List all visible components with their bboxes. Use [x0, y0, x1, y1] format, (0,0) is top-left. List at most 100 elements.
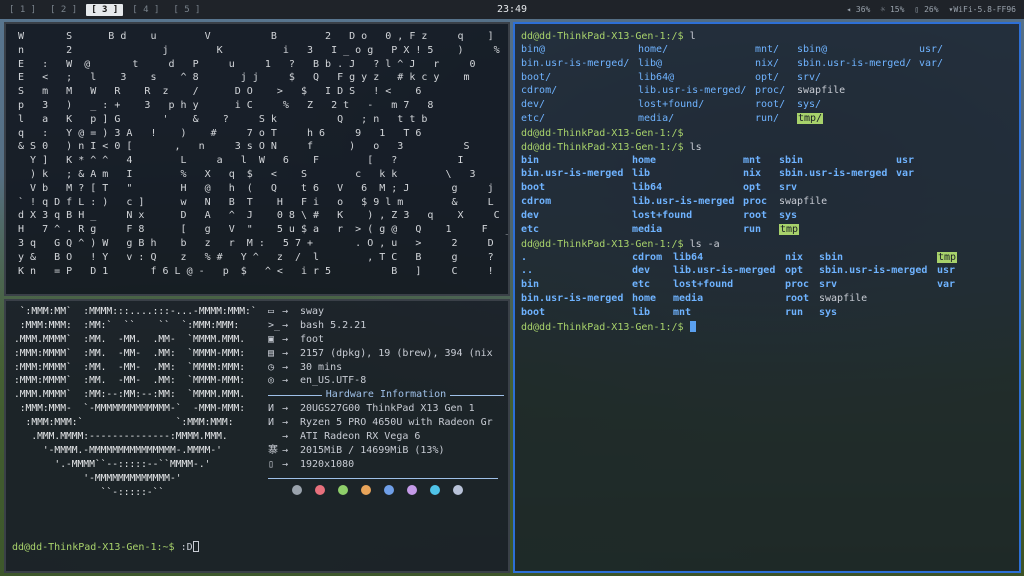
- file-entry[interactable]: usr/: [919, 44, 943, 55]
- workspace-button-3[interactable]: [ 3 ]: [86, 3, 124, 16]
- workspace-button-2[interactable]: [ 2 ]: [45, 4, 82, 16]
- file-entry[interactable]: root: [743, 210, 767, 221]
- terminal-matrix-window[interactable]: W S B d u V B 2 D o 0 , F z q ] V n 2 j K…: [4, 22, 510, 296]
- file-entry[interactable]: etc: [521, 224, 539, 235]
- file-entry[interactable]: media: [673, 293, 703, 304]
- file-entry[interactable]: var/: [919, 58, 943, 69]
- file-entry[interactable]: sbin@: [797, 44, 827, 55]
- file-entry[interactable]: boot: [521, 182, 545, 193]
- file-entry[interactable]: srv: [779, 182, 797, 193]
- file-entry[interactable]: media/: [638, 113, 674, 124]
- file-entry[interactable]: lib.usr-is-merged: [632, 196, 734, 207]
- file-entry[interactable]: proc: [785, 279, 809, 290]
- file-entry[interactable]: dev/: [521, 99, 545, 110]
- logo-line: :MMM:MMMM` :MM. -MM- .MM: `MMMM:MMM:: [14, 361, 246, 373]
- file-entry[interactable]: lib: [632, 168, 650, 179]
- file-entry[interactable]: sys: [779, 210, 797, 221]
- file-entry[interactable]: boot/: [521, 72, 551, 83]
- shell-prompt-line[interactable]: dd@dd-ThinkPad-X13-Gen-1:~$ :D: [12, 541, 199, 553]
- file-entry[interactable]: bin.usr-is-merged/: [521, 58, 629, 69]
- file-entry[interactable]: var: [896, 168, 914, 179]
- volume-indicator[interactable]: ◂ 36%: [846, 5, 870, 14]
- file-entry[interactable]: sys/: [797, 99, 821, 110]
- info-value: Ryzen 5 PRO 4650U with Radeon Gr: [300, 417, 493, 429]
- file-entry[interactable]: bin: [521, 279, 539, 290]
- file-entry[interactable]: home/: [638, 44, 668, 55]
- file-entry[interactable]: opt: [743, 182, 761, 193]
- terminal-fetch-window[interactable]: `:MMM:MM` :MMMM:::....:::-...-MMMM:MMM:`…: [4, 299, 510, 573]
- file-entry[interactable]: lib64: [673, 252, 703, 263]
- file-entry[interactable]: lib64@: [638, 72, 674, 83]
- file-entry[interactable]: swapfile: [819, 293, 867, 304]
- file-entry[interactable]: bin@: [521, 44, 545, 55]
- file-entry[interactable]: mnt: [743, 155, 761, 166]
- file-entry[interactable]: boot: [521, 307, 545, 318]
- brightness-indicator[interactable]: ☼ 15%: [880, 5, 904, 14]
- info-row: → ATI Radeon RX Vega 6: [268, 430, 504, 444]
- file-entry[interactable]: lost+found/: [638, 99, 704, 110]
- wifi-label: WiFi-5.8-FF96: [953, 5, 1016, 14]
- file-entry[interactable]: mnt/: [755, 44, 779, 55]
- file-entry[interactable]: mnt: [673, 307, 691, 318]
- file-entry[interactable]: lost+found: [632, 210, 692, 221]
- file-entry[interactable]: lost+found: [673, 279, 733, 290]
- file-entry[interactable]: bin.usr-is-merged: [521, 293, 623, 304]
- file-entry[interactable]: opt: [785, 265, 803, 276]
- shell-prompt: dd@dd-ThinkPad-X13-Gen-1:/$: [521, 238, 684, 250]
- file-entry[interactable]: etc: [632, 279, 650, 290]
- file-entry[interactable]: lib: [632, 307, 650, 318]
- file-entry[interactable]: cdrom/: [521, 85, 557, 96]
- file-entry[interactable]: sbin.usr-is-merged: [779, 168, 887, 179]
- file-entry[interactable]: usr: [896, 155, 914, 166]
- file-entry[interactable]: run: [743, 224, 761, 235]
- file-entry[interactable]: sbin.usr-is-merged: [819, 265, 927, 276]
- file-entry[interactable]: sbin: [819, 252, 843, 263]
- file-entry[interactable]: proc/: [755, 85, 785, 96]
- file-entry[interactable]: dev: [521, 210, 539, 221]
- file-entry[interactable]: run/: [755, 113, 779, 124]
- file-entry[interactable]: bin.usr-is-merged: [521, 168, 623, 179]
- file-entry[interactable]: sys: [819, 307, 837, 318]
- file-entry[interactable]: tmp/: [797, 113, 824, 125]
- file-entry[interactable]: usr: [937, 265, 955, 276]
- file-entry[interactable]: swapfile: [797, 85, 845, 96]
- file-entry[interactable]: ..: [521, 265, 533, 276]
- file-entry[interactable]: lib.usr-is-merged: [673, 265, 775, 276]
- file-entry[interactable]: dev: [632, 265, 650, 276]
- file-entry[interactable]: etc/: [521, 113, 545, 124]
- wifi-indicator[interactable]: ▾WiFi-5.8-FF96: [949, 5, 1016, 14]
- file-entry[interactable]: home: [632, 293, 656, 304]
- file-entry[interactable]: .: [521, 252, 527, 263]
- file-entry[interactable]: media: [632, 224, 662, 235]
- file-entry[interactable]: lib64: [632, 182, 662, 193]
- file-entry[interactable]: bin: [521, 155, 539, 166]
- file-entry[interactable]: nix: [785, 252, 803, 263]
- file-entry[interactable]: run: [785, 307, 803, 318]
- file-entry[interactable]: proc: [743, 196, 767, 207]
- file-entry[interactable]: tmp: [937, 251, 958, 263]
- file-entry[interactable]: cdrom: [521, 196, 551, 207]
- file-entry[interactable]: sbin: [779, 155, 803, 166]
- file-entry[interactable]: lib@: [638, 58, 662, 69]
- workspace-button-1[interactable]: [ 1 ]: [4, 4, 41, 16]
- file-entry[interactable]: cdrom: [632, 252, 662, 263]
- file-entry[interactable]: opt/: [755, 72, 779, 83]
- file-entry[interactable]: lib.usr-is-merged/: [638, 85, 746, 96]
- file-entry[interactable]: swapfile: [779, 196, 827, 207]
- prompt-line: dd@dd-ThinkPad-X13-Gen-1:/$ ls: [521, 141, 1019, 155]
- file-entry[interactable]: var: [937, 279, 955, 290]
- listing-row: dev lost+found root sys: [521, 210, 1019, 224]
- file-entry[interactable]: home: [632, 155, 656, 166]
- file-entry[interactable]: tmp: [779, 223, 800, 235]
- file-entry[interactable]: root/: [755, 99, 785, 110]
- workspace-button-4[interactable]: [ 4 ]: [127, 4, 164, 16]
- battery-indicator[interactable]: ▯ 26%: [914, 5, 938, 14]
- file-entry[interactable]: root: [785, 293, 809, 304]
- file-entry[interactable]: nix: [743, 168, 761, 179]
- workspace-button-5[interactable]: [ 5 ]: [168, 4, 205, 16]
- file-entry[interactable]: srv: [819, 279, 837, 290]
- file-entry[interactable]: nix/: [755, 58, 779, 69]
- terminal-ls-window[interactable]: dd@dd-ThinkPad-X13-Gen-1:/$ l bin@ home/mn…: [513, 22, 1021, 573]
- file-entry[interactable]: sbin.usr-is-merged/: [797, 58, 911, 69]
- file-entry[interactable]: srv/: [797, 72, 821, 83]
